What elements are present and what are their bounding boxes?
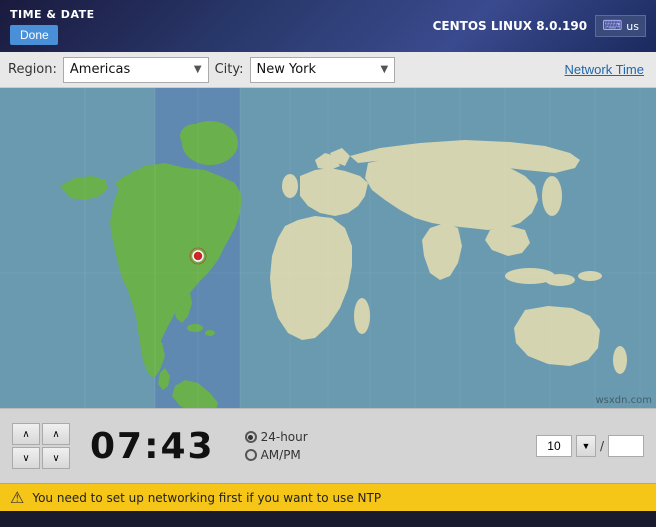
keyboard-lang: us (626, 20, 639, 33)
centos-label: CENTOS LINUX 8.0.190 (433, 19, 587, 33)
right-controls: ▼ / (536, 435, 644, 457)
region-select[interactable]: Americas ▼ (63, 57, 209, 83)
city-label: City: (215, 62, 244, 77)
spinner-input-2[interactable] (608, 435, 644, 457)
city-dropdown-arrow: ▼ (381, 64, 389, 75)
time-display: 07:43 (90, 426, 215, 467)
region-dropdown-arrow: ▼ (194, 64, 202, 75)
format-24h-option[interactable]: 24-hour (245, 430, 308, 444)
bottom-controls: ∧ ∧ ∨ ∨ 07:43 24-hour AM/PM ▼ / (0, 408, 656, 483)
format-ampm-option[interactable]: AM/PM (245, 448, 308, 462)
separator: / (600, 439, 604, 453)
warning-text: You need to set up networking first if y… (32, 491, 381, 505)
format-24h-radio[interactable] (245, 431, 257, 443)
minutes-up-button[interactable]: ∧ (42, 423, 70, 445)
hours-down-button[interactable]: ∨ (12, 447, 40, 469)
format-ampm-label: AM/PM (261, 448, 301, 462)
minutes-down-button[interactable]: ∨ (42, 447, 70, 469)
map-container[interactable]: wsxdn.com (0, 88, 656, 408)
hours-up-button[interactable]: ∧ (12, 423, 40, 445)
city-select[interactable]: New York ▼ (250, 57, 396, 83)
city-value: New York (257, 62, 377, 77)
region-label: Region: (8, 62, 57, 77)
watermark: wsxdn.com (595, 395, 652, 406)
spinner-down-button[interactable]: ▼ (576, 435, 596, 457)
format-24h-label: 24-hour (261, 430, 308, 444)
time-format-options: 24-hour AM/PM (245, 430, 308, 462)
spinner-input[interactable] (536, 435, 572, 457)
world-map (0, 88, 656, 408)
region-value: Americas (70, 62, 190, 77)
time-arrows: ∧ ∧ ∨ ∨ (12, 423, 70, 469)
network-time-button[interactable]: Network Time (561, 60, 648, 79)
warning-icon: ⚠ (10, 488, 24, 507)
header-left: TIME & DATE Done (10, 8, 95, 45)
header-right: CENTOS LINUX 8.0.190 ⌨ us (433, 15, 646, 37)
done-button[interactable]: Done (10, 25, 58, 45)
format-ampm-radio[interactable] (245, 449, 257, 461)
header: TIME & DATE Done CENTOS LINUX 8.0.190 ⌨ … (0, 0, 656, 52)
keyboard-icon: ⌨ (602, 18, 622, 34)
app-title: TIME & DATE (10, 8, 95, 21)
keyboard-indicator[interactable]: ⌨ us (595, 15, 646, 37)
warning-bar: ⚠ You need to set up networking first if… (0, 483, 656, 511)
toolbar: Region: Americas ▼ City: New York ▼ Netw… (0, 52, 656, 88)
